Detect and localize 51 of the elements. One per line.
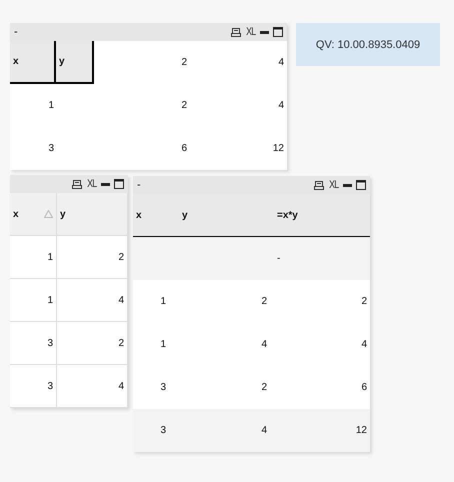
table-cell-text: 2	[360, 295, 368, 309]
table-cell-text: 2	[260, 295, 268, 309]
printer-icon[interactable]	[72, 180, 82, 188]
table-cell-text: 2	[180, 99, 188, 113]
table-cell-text: 3	[47, 142, 55, 156]
table-cell-text: 4	[260, 338, 268, 352]
minimize-icon[interactable]	[101, 182, 110, 186]
printer-icon[interactable]	[314, 180, 324, 190]
table-cell-text: 2	[260, 381, 268, 395]
table-cell-text: 1	[159, 338, 167, 352]
table-cell-text: 6	[360, 381, 368, 395]
table-cell-text: 4	[277, 99, 285, 113]
maximize-icon[interactable]	[273, 27, 283, 37]
table-cell-text: 1	[159, 295, 167, 309]
header-cell: y	[54, 41, 94, 84]
minimize-icon[interactable]	[260, 30, 269, 34]
maximize-icon[interactable]	[114, 179, 124, 189]
table-cell: 4	[57, 365, 128, 408]
column-header[interactable]: x	[133, 194, 175, 237]
table-cell-text: 12	[354, 424, 368, 438]
table-cell-text: 4	[360, 338, 368, 352]
maximize-icon[interactable]	[356, 180, 366, 190]
table-cell-text: 6	[180, 142, 188, 156]
column-header[interactable]: x	[10, 193, 57, 236]
excel-export-button[interactable]: XL	[86, 178, 96, 190]
column-header[interactable]: =x*y	[270, 194, 370, 237]
version-label: QV: 10.00.8935.0409	[296, 23, 440, 66]
table-cell-text: 3	[159, 424, 167, 438]
table-cell-text: 12	[272, 142, 285, 156]
column-value-cell-text: 4	[277, 56, 285, 70]
table-cell: 1	[10, 279, 57, 322]
column-header[interactable]: y	[175, 194, 270, 237]
table-cell: 2	[57, 236, 128, 279]
table-cell-text: 3	[159, 381, 167, 395]
excel-export-button[interactable]: XL	[328, 179, 338, 191]
table-cell: 2	[57, 322, 128, 365]
caption-text: -	[14, 26, 18, 38]
column-header[interactable]: y	[57, 193, 128, 236]
column-value-cell-text: 2	[180, 56, 188, 70]
minimize-icon[interactable]	[343, 184, 352, 186]
table-cell: 3	[10, 322, 57, 365]
table-cell-text: 1	[47, 99, 55, 113]
printer-icon[interactable]	[230, 28, 241, 36]
header-cell: x	[10, 41, 54, 84]
excel-export-button[interactable]: XL	[246, 26, 255, 38]
caption-text: -	[137, 179, 141, 191]
table-cell: 4	[57, 279, 128, 322]
table-cell: 3	[10, 365, 57, 408]
table-cell-text: 4	[260, 424, 268, 438]
total-cell-text: -	[276, 252, 282, 266]
table-cell: 1	[10, 236, 57, 279]
